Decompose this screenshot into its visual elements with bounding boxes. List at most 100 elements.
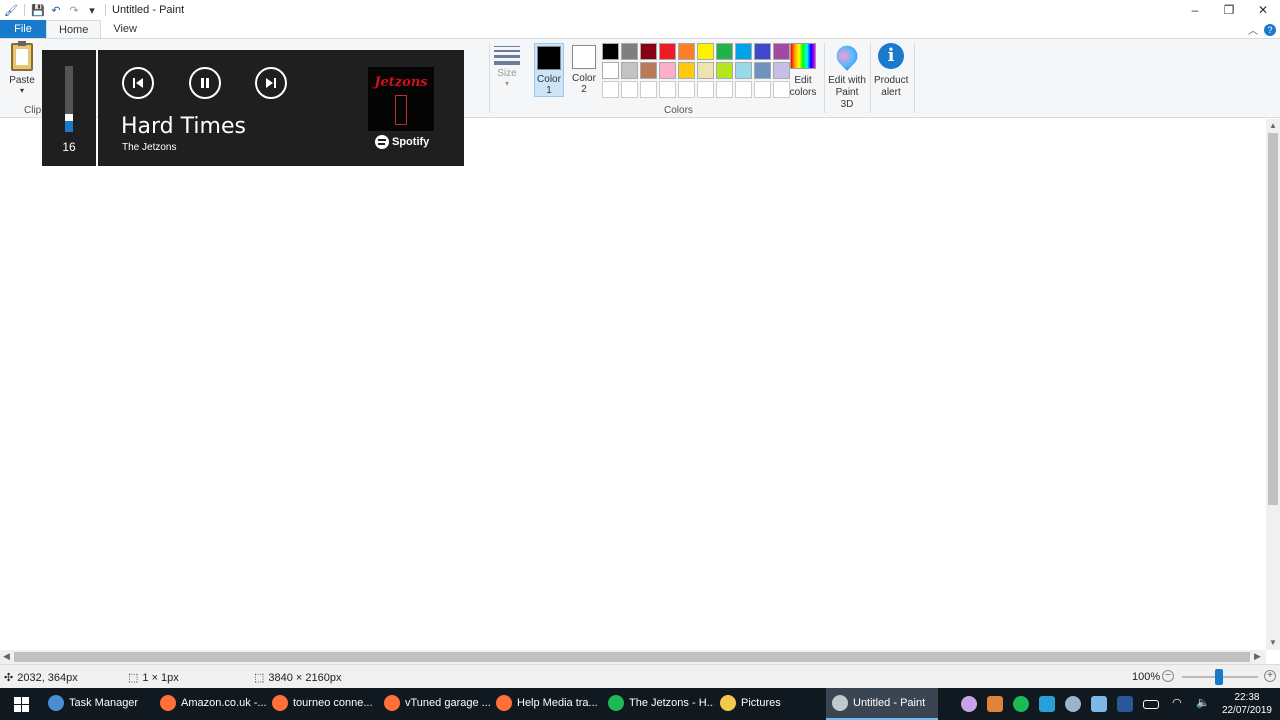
palette-swatch[interactable]: [659, 43, 676, 60]
vertical-scrollbar[interactable]: ▲ ▼: [1266, 119, 1280, 650]
divider: [24, 4, 25, 16]
close-button[interactable]: ✕: [1246, 0, 1280, 20]
edit-colors-button[interactable]: Edit colors: [788, 43, 818, 99]
taskbar-item[interactable]: Task Manager: [42, 688, 154, 720]
next-track-button[interactable]: [255, 67, 287, 99]
redo-icon[interactable]: ↷: [65, 1, 83, 19]
restore-button[interactable]: ❐: [1212, 0, 1246, 20]
paste-label: Paste: [9, 75, 35, 86]
palette-swatch[interactable]: [659, 62, 676, 79]
minimize-button[interactable]: –: [1178, 0, 1212, 20]
zoom-slider-thumb[interactable]: [1215, 669, 1223, 685]
scroll-down-icon[interactable]: ▼: [1268, 638, 1278, 648]
custom-color-slot[interactable]: [716, 81, 733, 98]
drawing-canvas[interactable]: [0, 119, 1266, 650]
chevron-down-icon: ▾: [19, 86, 24, 95]
palette-swatch[interactable]: [602, 62, 619, 79]
paint-app-icon[interactable]: 🖌: [2, 1, 20, 19]
pause-button[interactable]: [189, 67, 221, 99]
custom-color-slot[interactable]: [735, 81, 752, 98]
tab-file[interactable]: File: [0, 20, 46, 38]
palette-swatch[interactable]: [754, 62, 771, 79]
taskbar-item[interactable]: vTuned garage ...: [378, 688, 490, 720]
custom-color-slot[interactable]: [659, 81, 676, 98]
taskbar-item[interactable]: Help Media tra...: [490, 688, 602, 720]
palette-swatch[interactable]: [697, 43, 714, 60]
tray-app-icon[interactable]: [960, 696, 977, 712]
palette-swatch[interactable]: [678, 62, 695, 79]
volume-slider-thumb[interactable]: [65, 114, 73, 121]
product-alert-button[interactable]: i Product alert: [874, 43, 908, 99]
save-icon[interactable]: 💾: [29, 1, 47, 19]
color1-selector[interactable]: Color 1: [534, 43, 564, 97]
battery-icon[interactable]: [1142, 699, 1159, 709]
album-art: Jetzons: [368, 67, 434, 131]
tab-home[interactable]: Home: [46, 20, 102, 38]
clock[interactable]: 22:38 22/07/2019: [1222, 691, 1272, 717]
divider: [105, 4, 106, 16]
spotify-label: Spotify: [392, 136, 430, 148]
palette-swatch[interactable]: [640, 43, 657, 60]
tray-app-icon[interactable]: [1090, 696, 1107, 712]
palette-swatch[interactable]: [621, 43, 638, 60]
steam-icon[interactable]: [1064, 696, 1081, 712]
scroll-left-icon[interactable]: ◀: [3, 651, 13, 662]
taskbar-item[interactable]: Pictures: [714, 688, 826, 720]
palette-swatch[interactable]: [735, 43, 752, 60]
volume-icon[interactable]: 🔈: [1195, 696, 1211, 712]
customize-icon[interactable]: ▾: [83, 1, 101, 19]
tray-app-icon[interactable]: [986, 696, 1003, 712]
start-button[interactable]: [0, 688, 42, 720]
color1-label: Color: [537, 74, 561, 85]
palette-swatch[interactable]: [716, 43, 733, 60]
palette-swatch[interactable]: [640, 62, 657, 79]
palette-swatch[interactable]: [621, 62, 638, 79]
scroll-right-icon[interactable]: ▶: [1254, 651, 1264, 662]
windows-icon: [13, 696, 29, 712]
taskbar-item[interactable]: The Jetzons - H...: [602, 688, 714, 720]
palette-swatch[interactable]: [735, 62, 752, 79]
word-icon[interactable]: [1116, 696, 1133, 712]
spotify-tray-icon[interactable]: [1012, 696, 1029, 712]
scrollbar-thumb[interactable]: [1268, 133, 1278, 505]
custom-color-slot[interactable]: [754, 81, 771, 98]
window-controls: – ❐ ✕: [1178, 0, 1280, 20]
custom-color-slot[interactable]: [697, 81, 714, 98]
palette-swatch[interactable]: [754, 43, 771, 60]
palette-swatch[interactable]: [602, 43, 619, 60]
taskbar-item[interactable]: Untitled - Paint: [826, 688, 938, 720]
tray-app-icon[interactable]: [1038, 696, 1055, 712]
wifi-icon[interactable]: ◠: [1169, 696, 1185, 712]
color2-selector[interactable]: Color 2: [569, 43, 599, 97]
color-spectrum-icon: [790, 43, 816, 69]
horizontal-scrollbar[interactable]: ◀ ▶: [0, 650, 1266, 664]
edit-with-paint3d-button[interactable]: Edit with Paint 3D: [828, 41, 866, 111]
firefox-icon: [272, 695, 288, 711]
collapse-ribbon-icon[interactable]: ︿: [1248, 22, 1258, 37]
taskbar-item[interactable]: Amazon.co.uk -...: [154, 688, 266, 720]
palette-swatch[interactable]: [716, 62, 733, 79]
taskbar-item[interactable]: tourneo conne...: [266, 688, 378, 720]
palette-swatch[interactable]: [697, 62, 714, 79]
ribbon-tabs: File Home View ︿ ?: [0, 20, 1280, 38]
cursor-position: ✣ 2032, 364px: [4, 671, 78, 685]
custom-color-slot[interactable]: [640, 81, 657, 98]
undo-icon[interactable]: ↶: [47, 1, 65, 19]
previous-track-button[interactable]: [122, 67, 154, 99]
scrollbar-thumb[interactable]: [14, 652, 1250, 662]
custom-color-slot[interactable]: [621, 81, 638, 98]
tab-view[interactable]: View: [101, 20, 149, 38]
paste-button[interactable]: Paste ▾: [6, 41, 38, 95]
volume-flyout: 16: [42, 50, 96, 166]
zoom-out-button[interactable]: −: [1162, 670, 1174, 682]
volume-slider[interactable]: [65, 66, 73, 132]
size-button[interactable]: Size ▾: [492, 43, 522, 88]
zoom-in-button[interactable]: +: [1264, 670, 1276, 682]
help-icon[interactable]: ?: [1264, 23, 1276, 36]
palette-swatch[interactable]: [678, 43, 695, 60]
colors-group-label: Colors: [664, 105, 693, 116]
divider: [824, 43, 825, 113]
scroll-up-icon[interactable]: ▲: [1268, 121, 1278, 131]
custom-color-slot[interactable]: [602, 81, 619, 98]
custom-color-slot[interactable]: [678, 81, 695, 98]
